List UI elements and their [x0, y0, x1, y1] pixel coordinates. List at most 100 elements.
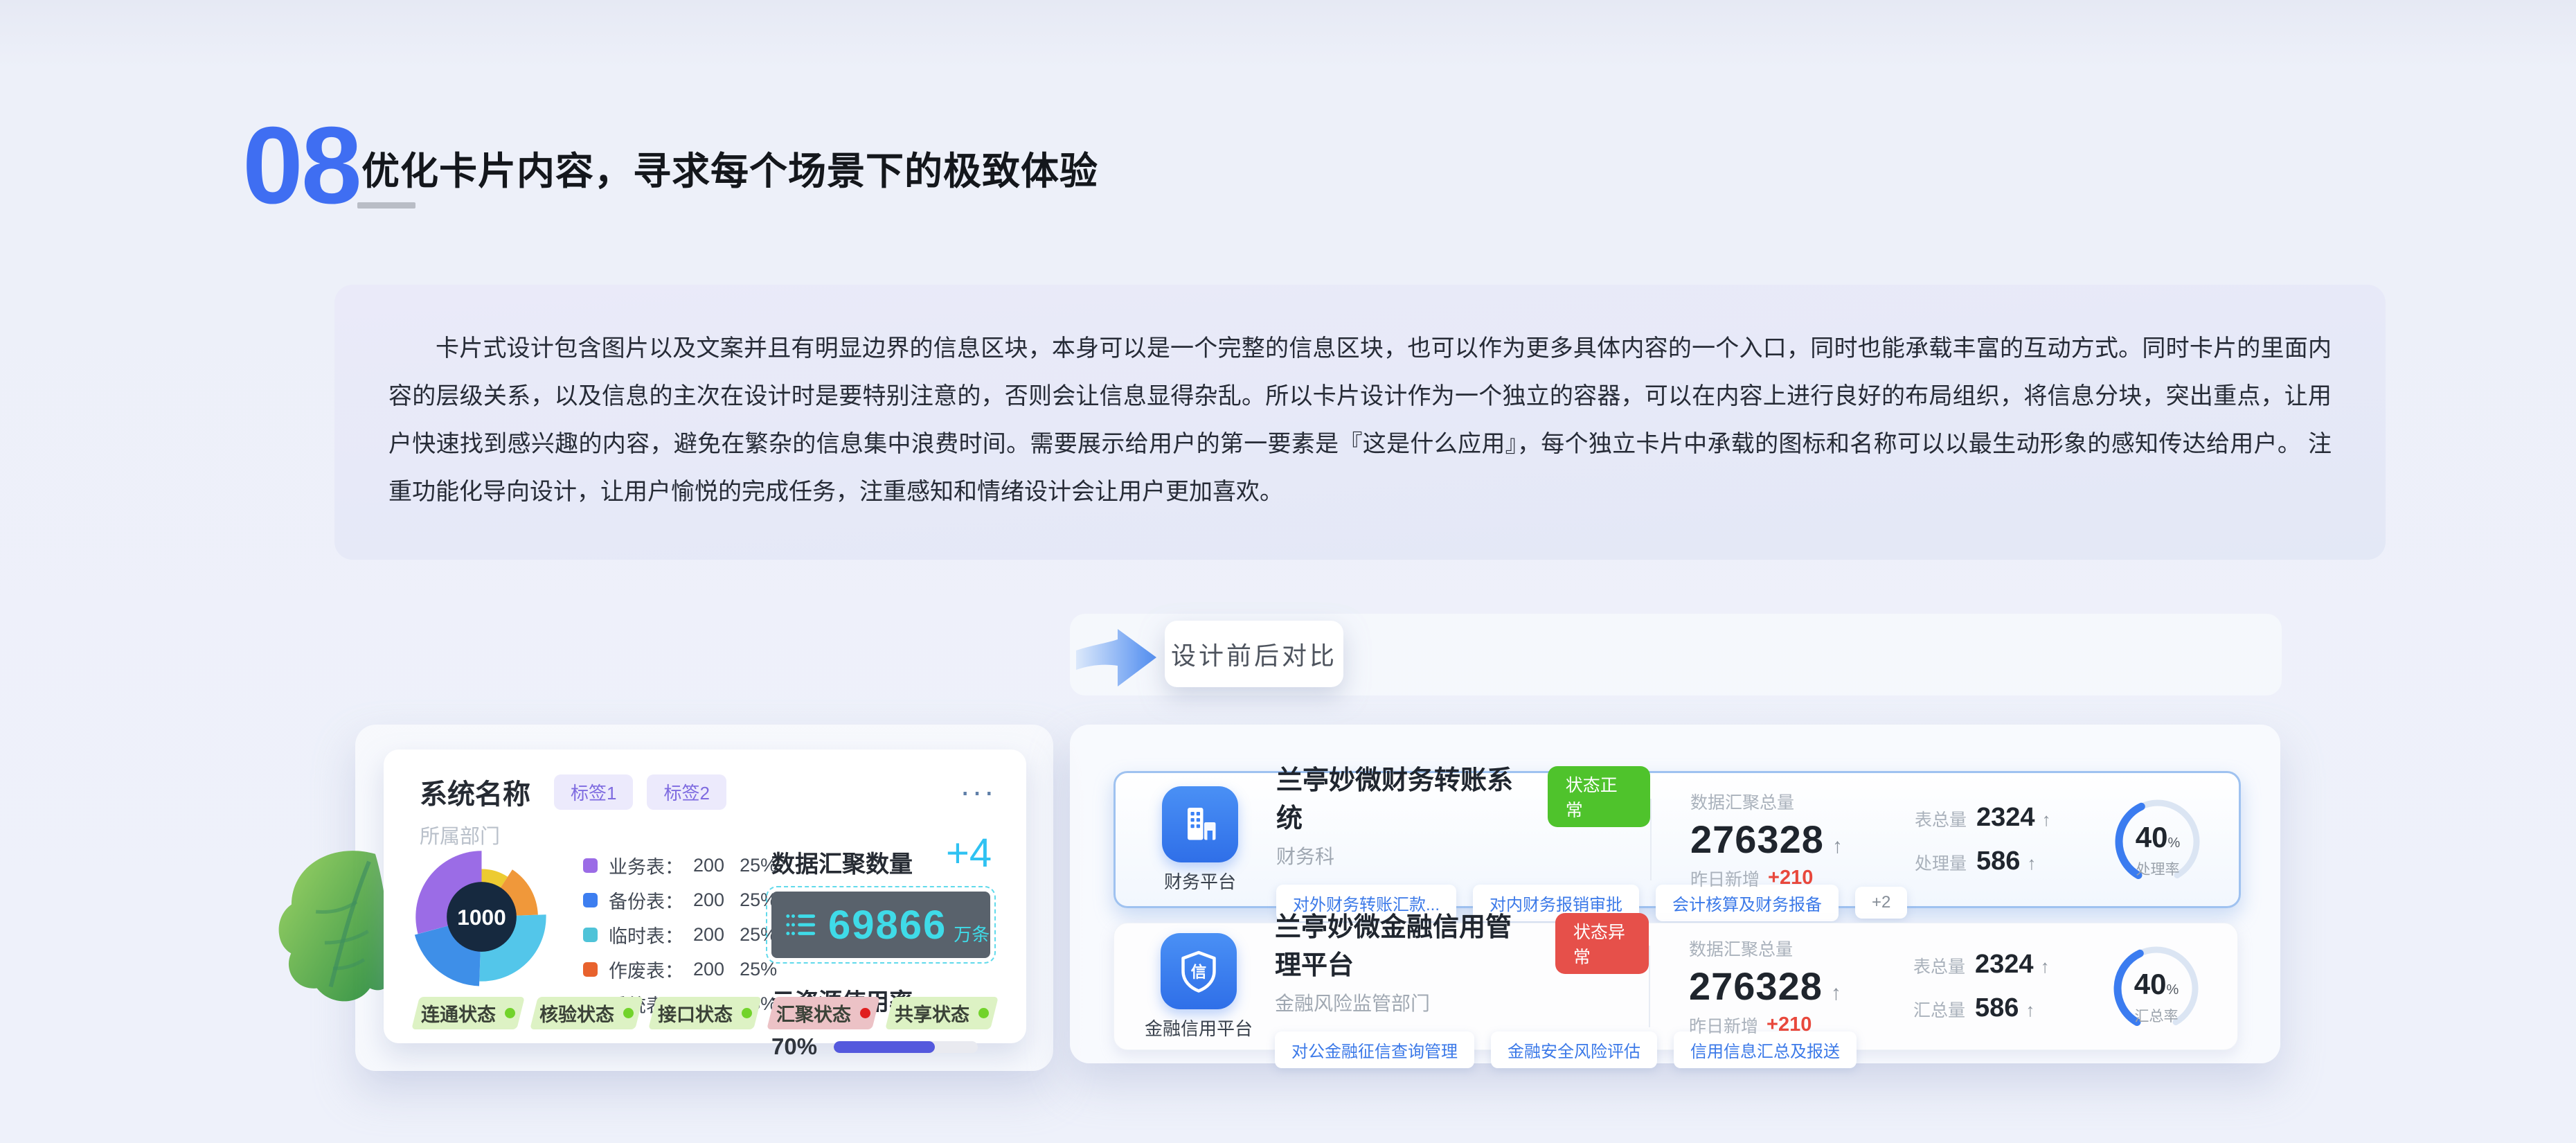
data-count-label: 数据汇聚数量 — [771, 851, 913, 878]
status-dot-icon — [978, 1008, 989, 1018]
after-panel: 财务平台 兰亭妙微财务转账系统 状态正常 财务科 对外财务转账汇款... 对内财… — [1070, 725, 2280, 1063]
legend-value: 200 — [693, 889, 724, 911]
up-arrow-icon: ↑ — [2025, 1000, 2034, 1021]
status-dot-icon — [742, 1008, 752, 1018]
legend-item: 临时表：20025% — [583, 921, 777, 948]
cloud-usage-row: 70% — [771, 1034, 996, 1060]
arrow-right-icon — [1072, 626, 1161, 689]
summary-value: 586 — [1975, 993, 2019, 1023]
legend-swatch-icon — [583, 962, 598, 977]
status-dot-icon — [860, 1008, 870, 1018]
delta-badge: +4 — [946, 830, 992, 876]
more-tags-chip[interactable]: +2 — [1855, 887, 1907, 919]
app-icon-block: 财务平台 — [1145, 786, 1255, 894]
before-card: 系统名称 标签1 标签2 ··· 所属部门 1000 业务表：20025% 备份… — [384, 750, 1026, 1043]
more-menu-icon[interactable]: ··· — [960, 782, 996, 801]
gauge-unit: % — [2167, 835, 2180, 851]
up-arrow-icon: ↑ — [2041, 956, 2050, 977]
tag-chip-1[interactable]: 标签1 — [554, 774, 633, 810]
app-card-finance[interactable]: 财务平台 兰亭妙微财务转账系统 状态正常 财务科 对外财务转账汇款... 对内财… — [1113, 771, 2241, 908]
section-number: 08 — [242, 111, 360, 220]
yesterday-label: 昨日新增 — [1689, 1013, 1758, 1038]
divider — [1650, 799, 1652, 880]
status-label: 汇聚状态 — [776, 1000, 851, 1027]
app-info: 兰亭妙微金融信用管理平台 状态异常 金融风险监管部门 对公金融征信查询管理 金融… — [1275, 905, 1649, 1068]
pie-legend: 业务表：20025% 备份表：20025% 临时表：20025% 作废表：200… — [583, 852, 777, 1018]
status-tag-verify: 核验状态 — [530, 997, 643, 1029]
yesterday-label: 昨日新增 — [1690, 866, 1760, 891]
status-dot-icon — [623, 1008, 634, 1018]
compare-button[interactable]: 设计前后对比 — [1165, 621, 1343, 687]
gauge-chart: 40% 汇总率 — [2104, 934, 2208, 1038]
list-icon — [785, 911, 817, 939]
app-department: 金融风险监管部门 — [1275, 989, 1649, 1016]
yesterday-delta: +210 — [1766, 1013, 1812, 1036]
status-label: 连通状态 — [421, 1000, 496, 1027]
status-label: 共享状态 — [895, 1000, 969, 1027]
app-card-credit[interactable]: 信 金融信用平台 兰亭妙微金融信用管理平台 状态异常 金融风险监管部门 对公金融… — [1113, 923, 2238, 1050]
table-total-label: 表总量 — [1915, 806, 1967, 831]
summary-label: 汇总量 — [1913, 997, 1965, 1022]
legend-label: 业务表： — [609, 852, 683, 879]
shield-icon: 信 — [1161, 933, 1237, 1009]
stats-total-value: 276328 — [1690, 817, 1824, 862]
up-arrow-icon: ↑ — [2027, 853, 2036, 874]
intro-paragraph: 卡片式设计包含图片以及文案并且有明显边界的信息区块，本身可以是一个完整的信息区块… — [334, 285, 2386, 556]
platform-label: 金融信用平台 — [1143, 1015, 1254, 1040]
legend-value: 200 — [693, 924, 724, 946]
status-tag-row: 连通状态 核验状态 接口状态 汇聚状态 共享状态 — [415, 997, 994, 1029]
legend-label: 作废表： — [609, 956, 683, 983]
app-tag-row: 对公金融征信查询管理 金融安全风险评估 信用信息汇总及报送 — [1275, 1031, 1649, 1068]
legend-value: 200 — [693, 959, 724, 980]
app-title: 兰亭妙微金融信用管理平台 — [1275, 905, 1537, 982]
gauge-label: 汇总率 — [2104, 1005, 2208, 1026]
building-icon — [1162, 786, 1238, 862]
table-total-value: 2324 — [1976, 803, 2035, 833]
gauge-chart: 40% 处理率 — [2106, 788, 2210, 892]
gauge-percent: 40 — [2134, 968, 2167, 1000]
up-arrow-icon: ↑ — [1831, 982, 1841, 1005]
progress-bar-fill — [834, 1041, 935, 1053]
legend-swatch-icon — [583, 858, 598, 873]
stats-total-value: 276328 — [1689, 964, 1823, 1009]
svg-text:信: 信 — [1191, 963, 1207, 981]
divider — [1649, 946, 1650, 1027]
up-arrow-icon: ↑ — [1832, 835, 1843, 858]
feature-tag[interactable]: 对公金融征信查询管理 — [1275, 1031, 1474, 1068]
stats-secondary-block: 表总量2324↑ 汇总量586↑ — [1913, 950, 2086, 1023]
cloud-usage-percent: 70% — [771, 1034, 817, 1060]
legend-item: 业务表：20025% — [583, 852, 777, 879]
leaf-decoration-icon — [263, 841, 399, 1019]
intro-card: 卡片式设计包含图片以及文案并且有明显边界的信息区块，本身可以是一个完整的信息区块… — [334, 285, 2386, 560]
stats-total-block: 数据汇聚总量 276328 ↑ 昨日新增 +210 — [1689, 936, 1904, 1038]
stats-total-label: 数据汇聚总量 — [1689, 936, 1904, 961]
legend-label: 备份表： — [609, 887, 683, 914]
table-total-label: 表总量 — [1913, 953, 1965, 978]
status-label: 接口状态 — [658, 1000, 733, 1027]
legend-swatch-icon — [583, 928, 598, 942]
legend-value: 200 — [693, 855, 724, 876]
legend-swatch-icon — [583, 893, 598, 907]
gauge-label: 处理率 — [2106, 858, 2210, 879]
status-label: 核验状态 — [539, 1000, 614, 1027]
section-title: 优化卡片内容，寻求每个场景下的极致体验 — [361, 140, 1098, 195]
counter-unit: 万条 — [954, 921, 990, 946]
process-value: 586 — [1976, 847, 2020, 876]
legend-item: 作废表：20025% — [583, 956, 777, 983]
tag-chip-2[interactable]: 标签2 — [647, 774, 726, 810]
up-arrow-icon: ↑ — [2042, 809, 2051, 831]
data-counter: 69866 万条 — [771, 892, 990, 958]
status-badge: 状态正常 — [1548, 766, 1650, 827]
page: 08 优化卡片内容，寻求每个场景下的极致体验 卡片式设计包含图片以及文案并且有明… — [0, 0, 2576, 1143]
app-title: 兰亭妙微财务转账系统 — [1276, 759, 1530, 835]
app-department: 财务科 — [1276, 842, 1650, 869]
stats-total-label: 数据汇聚总量 — [1690, 789, 1905, 814]
pie-center-value: 1000 — [457, 905, 506, 930]
section-number-underline — [357, 202, 415, 209]
feature-tag[interactable]: 金融安全风险评估 — [1491, 1031, 1657, 1068]
app-icon-block: 信 金融信用平台 — [1143, 933, 1254, 1040]
counter-value: 69866 — [828, 902, 947, 948]
process-label: 处理量 — [1915, 850, 1967, 875]
yesterday-delta: +210 — [1768, 867, 1813, 889]
stats-total-block: 数据汇聚总量 276328 ↑ 昨日新增 +210 — [1690, 789, 1905, 891]
